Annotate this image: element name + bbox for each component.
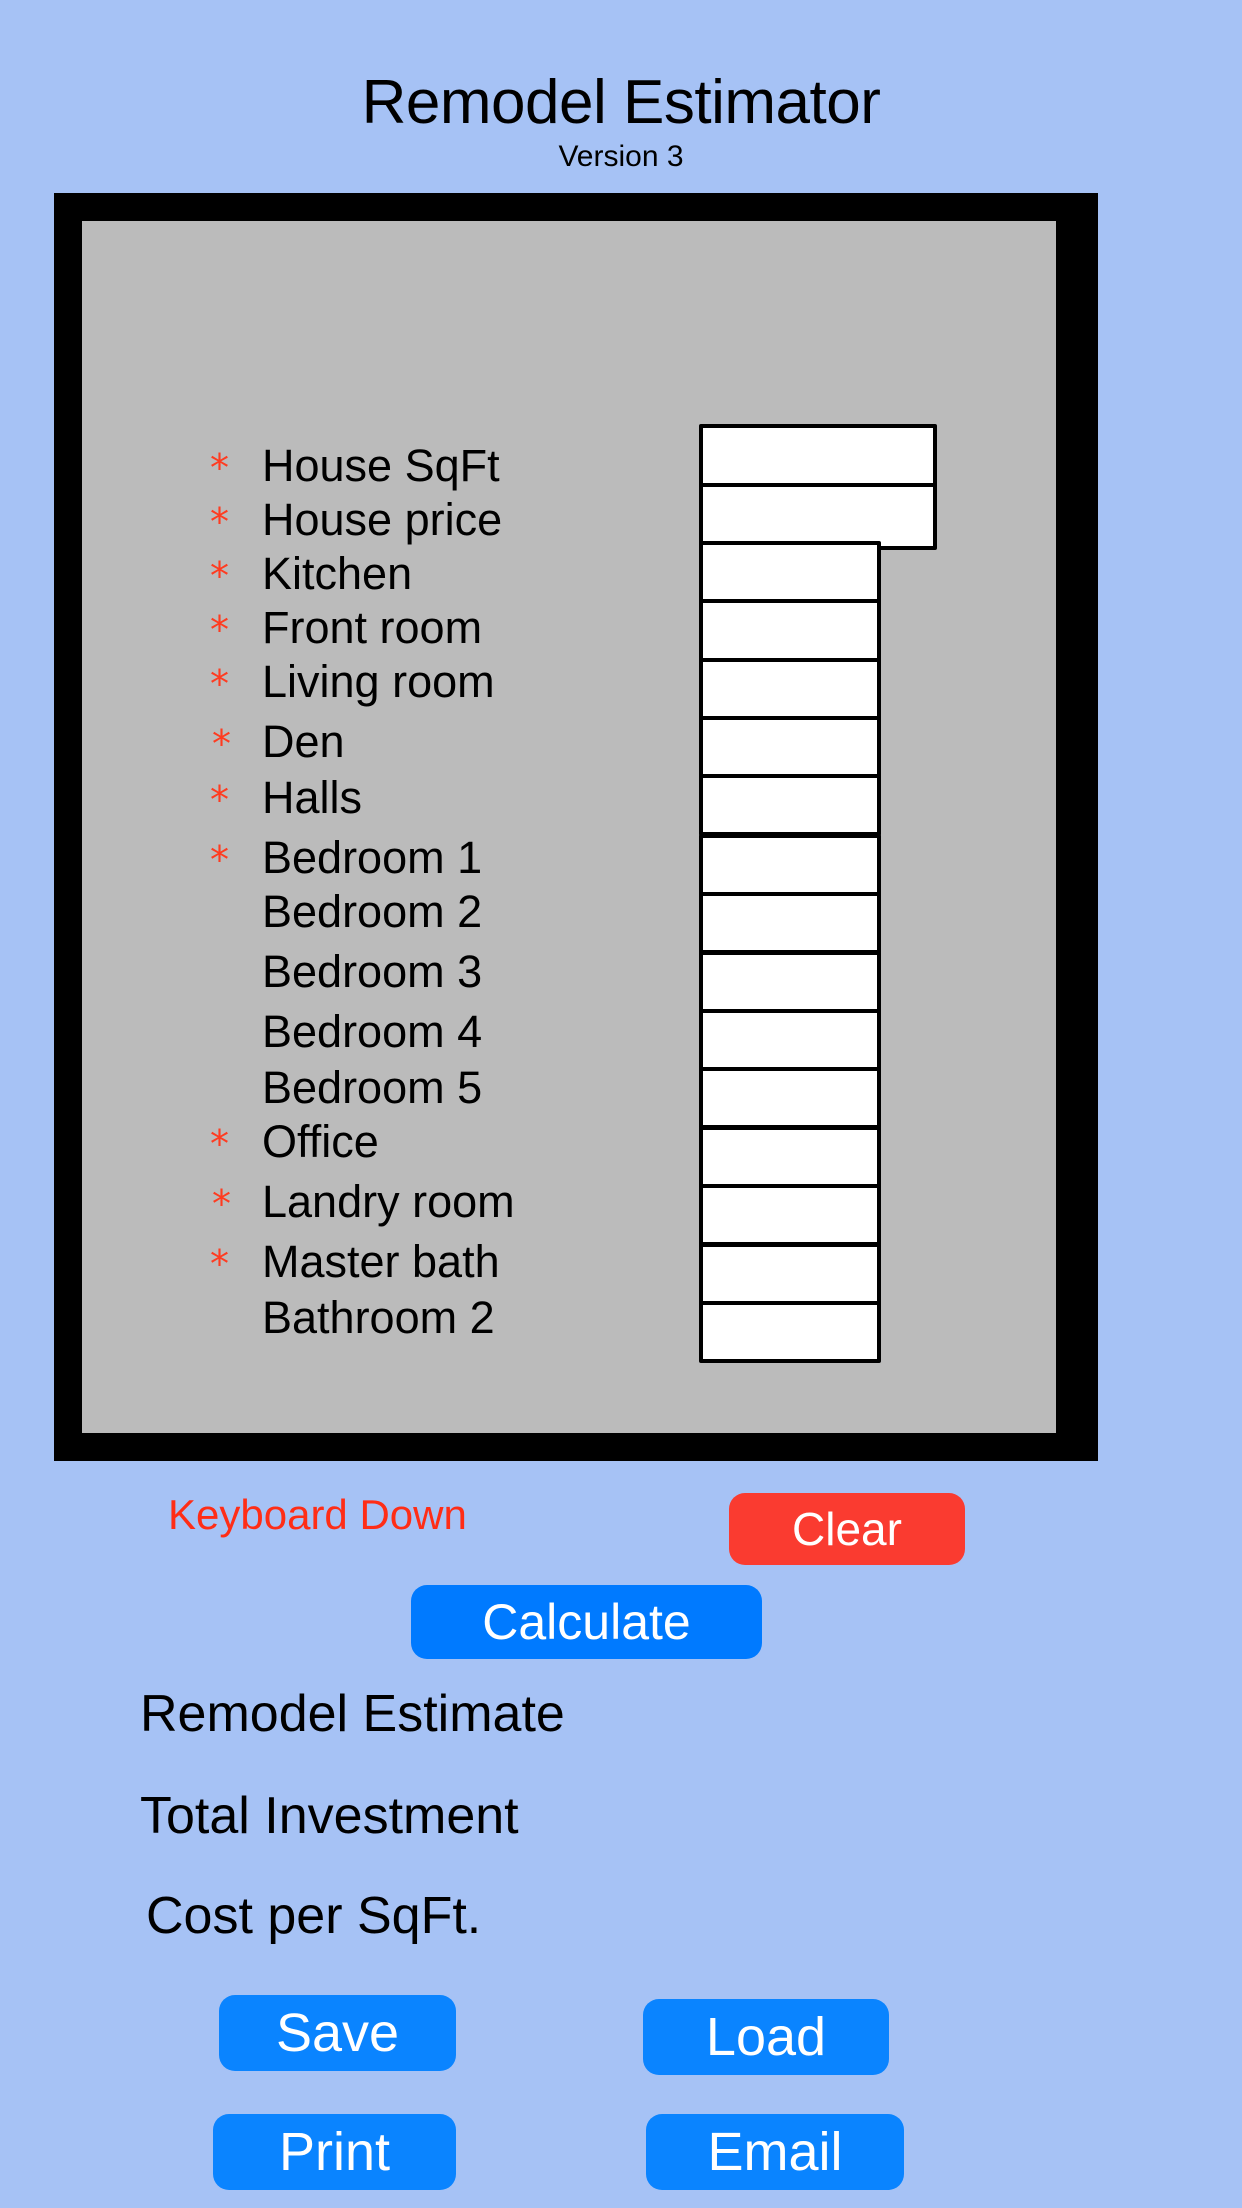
row-label: Bedroom 1	[262, 832, 483, 883]
row-label: Landry room	[262, 1176, 515, 1227]
required-asterisk-icon: *	[210, 500, 229, 544]
required-asterisk-icon: *	[210, 778, 229, 822]
row-label: Kitchen	[262, 548, 413, 599]
required-asterisk-icon: *	[212, 722, 231, 766]
row-input[interactable]	[699, 1184, 881, 1246]
row-input[interactable]	[699, 951, 881, 1013]
required-asterisk-icon: *	[212, 1182, 231, 1226]
row-label: Bedroom 5	[262, 1062, 483, 1113]
row-input[interactable]	[699, 774, 881, 836]
calculate-button[interactable]: Calculate	[411, 1585, 762, 1659]
row-input[interactable]	[699, 1009, 881, 1071]
required-asterisk-icon: *	[210, 662, 229, 706]
row-label: House price	[262, 494, 503, 545]
row-label: Bedroom 2	[262, 886, 483, 937]
cost-per-sqft-label: Cost per SqFt.	[146, 1887, 482, 1945]
required-asterisk-icon: *	[210, 554, 229, 598]
row-input[interactable]	[699, 658, 881, 720]
clear-button[interactable]: Clear	[729, 1493, 965, 1565]
row-input[interactable]	[699, 541, 881, 604]
remodel-estimate-label: Remodel Estimate	[140, 1685, 565, 1743]
row-input[interactable]	[699, 1067, 881, 1129]
row-label: Bedroom 3	[262, 946, 483, 997]
required-asterisk-icon: *	[210, 1242, 229, 1286]
load-button[interactable]: Load	[643, 1999, 889, 2075]
row-input[interactable]	[699, 834, 881, 896]
row-label: Living room	[262, 656, 495, 707]
page-title: Remodel Estimator	[361, 68, 881, 137]
row-label: Bathroom 2	[262, 1292, 495, 1343]
row-label: Office	[262, 1116, 379, 1167]
estimator-form-panel: * House SqFt * House price * Kitchen * Front ro…	[54, 193, 1098, 1461]
row-label: Den	[262, 716, 345, 767]
form-surface: * House SqFt * House price * Kitchen * Front ro…	[82, 221, 1056, 1433]
required-asterisk-icon: *	[210, 1122, 229, 1166]
row-input[interactable]	[699, 892, 881, 954]
app-version-label: Version 3	[558, 140, 684, 173]
keyboard-down-label[interactable]: Keyboard Down	[168, 1494, 467, 1536]
row-label: House SqFt	[262, 440, 500, 491]
print-button[interactable]: Print	[213, 2114, 456, 2190]
row-label: Halls	[262, 772, 363, 823]
total-investment-label: Total Investment	[140, 1787, 519, 1845]
row-label: Bedroom 4	[262, 1006, 483, 1057]
email-button[interactable]: Email	[646, 2114, 904, 2190]
required-asterisk-icon: *	[210, 446, 229, 490]
row-input[interactable]	[699, 716, 881, 778]
required-asterisk-icon: *	[210, 608, 229, 652]
save-button[interactable]: Save	[219, 1995, 456, 2071]
required-asterisk-icon: *	[210, 838, 229, 882]
row-input[interactable]	[699, 1126, 881, 1188]
row-input[interactable]	[699, 599, 881, 662]
row-input[interactable]	[699, 483, 937, 550]
row-label: Front room	[262, 602, 483, 653]
row-label: Master bath	[262, 1236, 500, 1287]
row-input[interactable]	[699, 1243, 881, 1305]
row-input[interactable]	[699, 1301, 881, 1363]
